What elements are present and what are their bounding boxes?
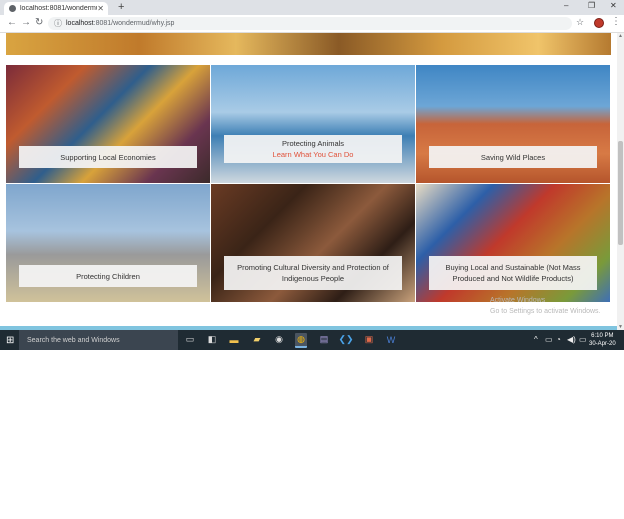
page-viewport: Supporting Local Economies Protecting An… — [0, 33, 617, 330]
windows-start-icon[interactable]: ⊞ — [6, 335, 14, 346]
tray-expand-icon[interactable]: ^ — [534, 335, 538, 344]
url-host: localhost — [66, 20, 94, 27]
word-icon[interactable]: W — [385, 333, 397, 346]
browser-tab-strip: localhost:8081/wondermud/why.j ✕ + – ❐ ✕ — [0, 0, 624, 15]
back-button[interactable]: ← — [7, 17, 17, 28]
battery-icon[interactable]: ▭ — [545, 335, 553, 344]
chrome-icon[interactable]: ◍ — [295, 333, 307, 348]
tile-supporting-local-economies[interactable]: Supporting Local Economies — [6, 65, 210, 183]
minimize-button[interactable]: – — [564, 1, 568, 10]
activate-windows-hint: Go to Settings to activate Windows. — [490, 308, 601, 315]
tile-title: Saving Wild Places — [480, 152, 546, 162]
tile-caption: Protecting Children — [19, 265, 197, 287]
globe-icon — [9, 5, 16, 12]
tile-title: Supporting Local Economies — [60, 152, 156, 162]
scroll-up-arrow-icon[interactable]: ▲ — [618, 33, 623, 39]
tile-caption: Buying Local and Sustainable (Not Mass P… — [429, 256, 597, 290]
browser-tab[interactable]: localhost:8081/wondermud/why.j ✕ — [4, 2, 108, 15]
clock-date: 30-Apr-20 — [589, 341, 616, 347]
reload-button[interactable]: ↻ — [35, 17, 43, 28]
maximize-button[interactable]: ❐ — [588, 1, 595, 10]
vertical-scrollbar[interactable]: ▲ ▼ — [617, 33, 624, 330]
hero-banner-image — [6, 33, 611, 55]
info-icon[interactable]: ⓘ — [54, 18, 62, 29]
notification-icon[interactable]: ▭ — [579, 335, 587, 344]
tile-buying-local[interactable]: Buying Local and Sustainable (Not Mass P… — [416, 184, 610, 302]
task-view-icon[interactable]: ▭ — [184, 333, 196, 346]
learn-more-link[interactable]: Learn What You Can Do — [228, 149, 398, 160]
tile-title: Buying Local and Sustainable (Not Mass P… — [445, 263, 581, 283]
bookmark-star-icon[interactable]: ☆ — [576, 17, 584, 28]
scrollbar-thumb[interactable] — [618, 141, 623, 245]
forward-button[interactable]: → — [21, 17, 31, 28]
folder-icon[interactable]: ▰ — [251, 333, 263, 346]
tile-cultural-diversity[interactable]: Promoting Cultural Diversity and Protect… — [211, 184, 415, 302]
tile-caption: Saving Wild Places — [429, 146, 597, 168]
address-bar[interactable]: ⓘ localhost:8081/wondermud/why.jsp — [48, 17, 572, 30]
tile-title: Protecting Animals — [281, 139, 345, 148]
close-tab-icon[interactable]: ✕ — [97, 4, 104, 13]
tile-protecting-children[interactable]: Protecting Children — [6, 184, 210, 302]
taskbar-search-box[interactable]: Search the web and Windows — [19, 330, 178, 350]
volume-icon[interactable]: ◀) — [567, 335, 576, 344]
file-explorer-icon[interactable]: ▬ — [228, 333, 240, 346]
app-icon[interactable]: ◉ — [273, 333, 285, 346]
close-window-button[interactable]: ✕ — [610, 1, 617, 10]
paint-icon[interactable]: ▣ — [363, 333, 375, 346]
tab-title: localhost:8081/wondermud/why.j — [20, 5, 97, 12]
tile-protecting-animals[interactable]: Protecting Animals Learn What You Can Do — [211, 65, 415, 183]
taskbar-search-placeholder: Search the web and Windows — [27, 336, 120, 344]
store-icon[interactable]: ◧ — [206, 333, 218, 346]
clock-time: 6:10 PM — [591, 333, 614, 339]
tile-saving-wild-places[interactable]: Saving Wild Places — [416, 65, 610, 183]
profile-avatar[interactable] — [594, 18, 604, 28]
windows-taskbar: ⊞ Search the web and Windows ▭ ◧ ▬ ▰ ◉ ◍… — [0, 330, 624, 350]
tile-caption: Supporting Local Economies — [19, 146, 197, 168]
browser-toolbar: ← → ↻ ⓘ localhost:8081/wondermud/why.jsp… — [0, 15, 624, 33]
tile-title: Protecting Children — [76, 271, 140, 281]
menu-kebab-icon[interactable]: ⋮ — [611, 16, 621, 27]
tile-caption: Protecting Animals Learn What You Can Do — [224, 135, 402, 163]
app-window-icon[interactable]: ▤ — [318, 333, 330, 346]
vscode-icon[interactable]: ❮❯ — [338, 333, 353, 346]
tile-caption: Promoting Cultural Diversity and Protect… — [224, 256, 402, 290]
system-clock[interactable]: 6:10 PM 30-Apr-20 — [589, 332, 616, 348]
tile-title: Promoting Cultural Diversity and Protect… — [237, 263, 389, 283]
network-icon[interactable]: ◔ — [556, 335, 561, 344]
activate-windows-title: Activate Windows — [490, 297, 546, 304]
new-tab-button[interactable]: + — [118, 1, 124, 13]
url-path: :8081/wondermud/why.jsp — [93, 20, 175, 27]
